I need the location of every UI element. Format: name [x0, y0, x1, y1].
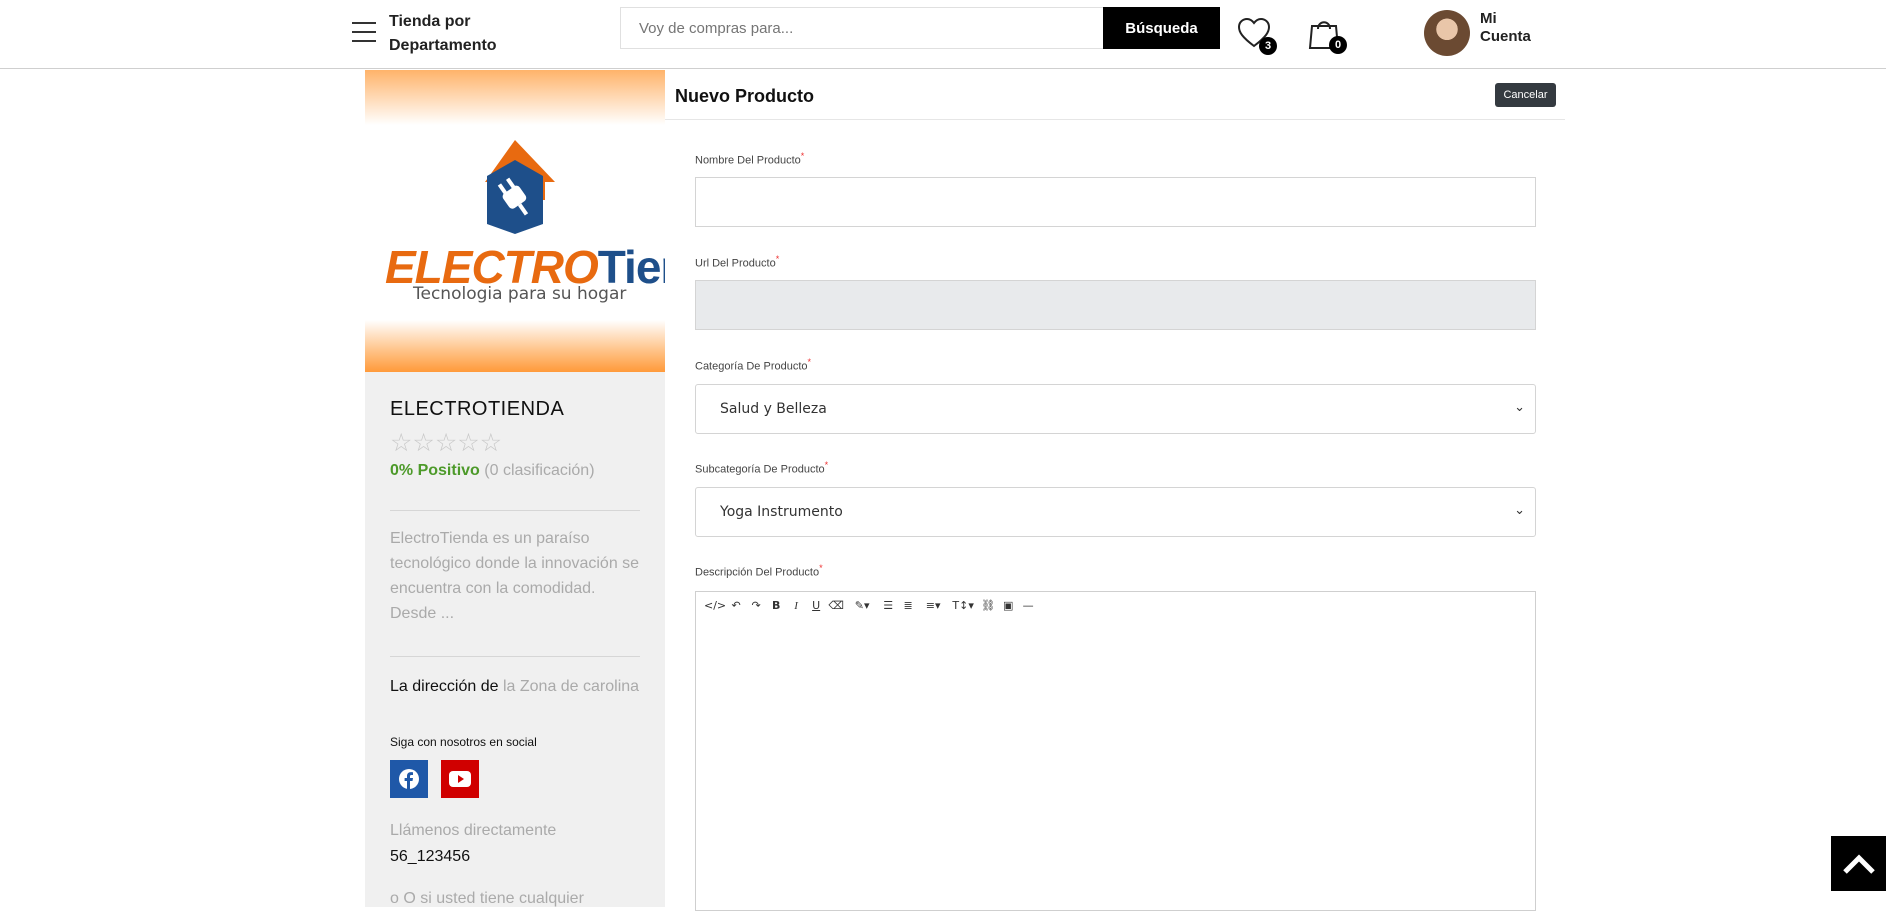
address-label: La dirección de: [390, 678, 499, 695]
cart-count-badge: 0: [1329, 36, 1347, 54]
product-name-input[interactable]: [695, 177, 1536, 227]
product-subcategory-select[interactable]: Yoga Instrumento ⌄: [695, 487, 1536, 537]
facebook-icon: [399, 769, 419, 789]
account-label[interactable]: Mi Cuenta: [1480, 10, 1550, 46]
store-address: La dirección de la Zona de carolina: [390, 674, 640, 699]
product-description-editor[interactable]: </> ↶ ↷ B I U ⌫ ✎▾ ☰ ≣ ≡▾ T↕▾ ⛓ ▣ —: [695, 591, 1536, 911]
editor-toolbar: </> ↶ ↷ B I U ⌫ ✎▾ ☰ ≣ ≡▾ T↕▾ ⛓ ▣ —: [704, 598, 1038, 614]
numbered-list-icon[interactable]: ≣: [898, 598, 918, 614]
horizontal-rule-icon[interactable]: —: [1018, 598, 1038, 614]
wishlist-count-badge: 3: [1259, 37, 1277, 55]
wishlist-button[interactable]: 3: [1237, 17, 1277, 55]
product-category-select[interactable]: Salud y Belleza ⌄: [695, 384, 1536, 434]
divider: [390, 656, 640, 657]
department-menu-label[interactable]: Tienda por Departamento: [389, 10, 529, 58]
product-url-label: Url Del Producto*: [695, 254, 780, 270]
magic-style-icon[interactable]: ✎▾: [846, 598, 878, 614]
divider: [390, 510, 640, 511]
image-icon[interactable]: ▣: [998, 598, 1018, 614]
code-view-icon[interactable]: </>: [704, 598, 726, 614]
product-category-value: Salud y Belleza: [720, 401, 827, 417]
contact-more-text: o O si usted tiene cualquier: [390, 890, 584, 907]
align-icon[interactable]: ≡▾: [918, 598, 948, 614]
eraser-icon[interactable]: ⌫: [826, 598, 846, 614]
redo-icon[interactable]: ↷: [746, 598, 766, 614]
underline-icon[interactable]: U: [806, 598, 826, 614]
address-value: la Zona de carolina: [502, 678, 640, 695]
cancel-button[interactable]: Cancelar: [1495, 83, 1556, 107]
bullet-list-icon[interactable]: ☰: [878, 598, 898, 614]
product-subcategory-value: Yoga Instrumento: [720, 504, 843, 520]
youtube-icon: [449, 771, 471, 787]
facebook-button[interactable]: [390, 760, 428, 798]
youtube-button[interactable]: [441, 760, 479, 798]
avatar[interactable]: [1424, 10, 1470, 56]
search-field[interactable]: [620, 7, 1103, 49]
store-logo-tagline: Tecnologia para su hogar: [413, 284, 627, 304]
search-button[interactable]: Búsqueda: [1103, 7, 1220, 49]
cart-button[interactable]: 0: [1307, 16, 1347, 54]
chevron-down-icon: ⌄: [1514, 503, 1525, 518]
rating-summary: 0% Positivo (0 clasificación): [390, 462, 595, 480]
phone-number: 56_123456: [390, 848, 471, 865]
top-header: Tienda por Departamento Búsqueda 3 0 Mi …: [0, 0, 1886, 69]
scroll-to-top-button[interactable]: [1831, 836, 1886, 891]
undo-icon[interactable]: ↶: [726, 598, 746, 614]
store-description: ElectroTienda es un paraíso tecnológico …: [390, 530, 640, 622]
product-subcategory-label: Subcategoría De Producto*: [695, 460, 829, 476]
store-name: ELECTROTIENDA: [390, 398, 565, 420]
rating-stars: ☆☆☆☆☆: [390, 429, 503, 457]
rating-count: (0 clasificación): [484, 462, 595, 479]
search-input[interactable]: [621, 8, 1103, 48]
product-url-input: [695, 280, 1536, 330]
rating-positive: 0% Positivo: [390, 462, 480, 479]
product-name-label: Nombre Del Producto*: [695, 151, 805, 167]
product-category-label: Categoría De Producto*: [695, 357, 812, 373]
product-description-label: Descripción Del Producto*: [695, 563, 823, 579]
link-icon[interactable]: ⛓: [978, 598, 998, 614]
italic-icon[interactable]: I: [786, 598, 806, 614]
plug-house-logo-icon: [485, 140, 555, 234]
call-label: Llámenos directamente: [390, 822, 557, 839]
hamburger-menu-icon[interactable]: [352, 22, 376, 42]
vendor-sidebar: ELECTROTienda Tecnologia para su hogar E…: [365, 70, 665, 907]
social-follow-label: Siga con nosotros en social: [390, 735, 537, 749]
store-banner: ELECTROTienda Tecnologia para su hogar: [365, 70, 665, 372]
form-header: Nuevo Producto Cancelar: [665, 70, 1565, 120]
font-size-icon[interactable]: T↕▾: [948, 598, 978, 614]
chevron-up-icon: [1842, 853, 1875, 874]
chevron-down-icon: ⌄: [1514, 400, 1525, 415]
bold-icon[interactable]: B: [766, 598, 786, 614]
page-title: Nuevo Producto: [675, 86, 815, 106]
